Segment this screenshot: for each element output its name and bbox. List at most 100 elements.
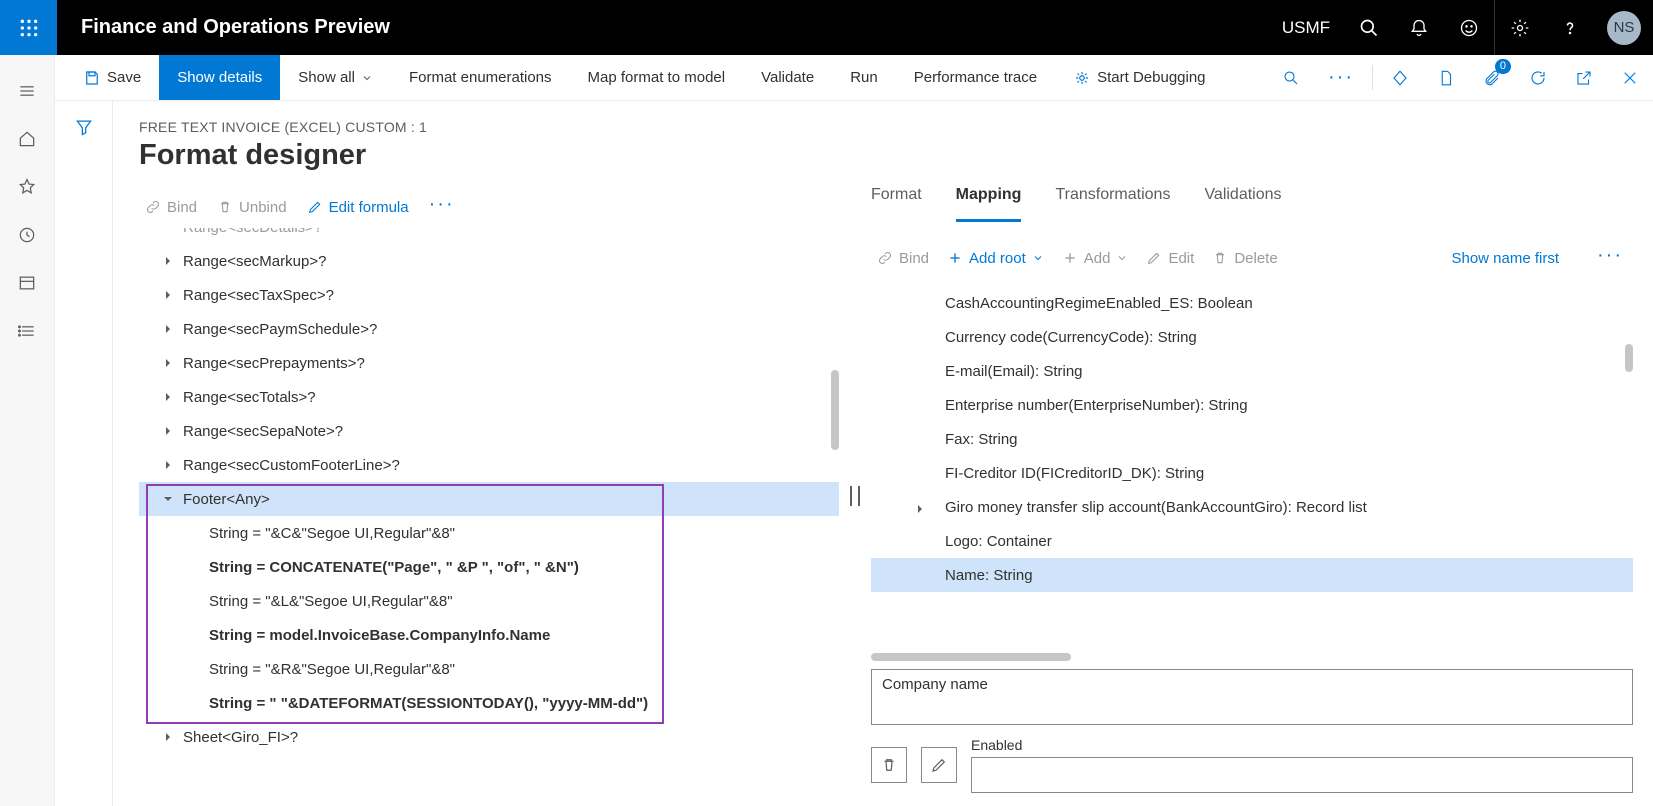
caret-right-icon[interactable] — [161, 390, 175, 404]
tree-item[interactable]: Range<secTotals>? — [139, 380, 839, 414]
left-toolbar-more-button[interactable]: ··· — [429, 193, 455, 222]
toolbar-search-button[interactable] — [1268, 55, 1314, 100]
tab-transformations[interactable]: Transformations — [1055, 186, 1170, 222]
toolbar-page-button[interactable] — [1423, 55, 1469, 100]
mapping-item[interactable]: Name: String — [871, 558, 1633, 592]
toolbar-more-button[interactable]: ··· — [1314, 55, 1368, 100]
h-scrollbar[interactable] — [871, 653, 1071, 661]
company-code[interactable]: USMF — [1282, 18, 1344, 38]
tree-item[interactable]: String = " "&DATEFORMAT(SESSIONTODAY(), … — [139, 686, 839, 720]
save-button[interactable]: Save — [65, 55, 159, 100]
add-button[interactable]: Add — [1062, 250, 1129, 267]
mapping-tree[interactable]: CashAccountingRegimeEnabled_ES: BooleanC… — [871, 282, 1633, 653]
nav-recents-button[interactable] — [0, 211, 55, 259]
search-button[interactable] — [1344, 0, 1394, 55]
tree-item[interactable]: Range<secDetails>? — [139, 228, 839, 244]
caret-right-icon[interactable] — [161, 730, 175, 744]
tree-item[interactable]: Range<secPaymSchedule>? — [139, 312, 839, 346]
scrollbar-thumb[interactable] — [1625, 344, 1633, 372]
mapping-item[interactable]: CashAccountingRegimeEnabled_ES: Boolean — [871, 286, 1633, 320]
pencil-icon — [930, 756, 948, 774]
validate-button[interactable]: Validate — [743, 55, 832, 100]
tree-item[interactable]: Range<secPrepayments>? — [139, 346, 839, 380]
tree-item[interactable]: String = model.InvoiceBase.CompanyInfo.N… — [139, 618, 839, 652]
tree-item[interactable]: String = CONCATENATE("Page", " &P ", "of… — [139, 550, 839, 584]
tab-validations[interactable]: Validations — [1204, 186, 1281, 222]
detail-edit-button[interactable] — [921, 747, 957, 783]
tree-item[interactable]: Range<secTaxSpec>? — [139, 278, 839, 312]
avatar[interactable]: NS — [1607, 11, 1641, 45]
mapping-bind-button[interactable]: Bind — [877, 250, 929, 267]
caret-right-icon[interactable] — [161, 254, 175, 268]
mapping-item[interactable]: Currency code(CurrencyCode): String — [871, 320, 1633, 354]
tree-item[interactable]: String = "&L&"Segoe UI,Regular"&8" — [139, 584, 839, 618]
tree-item[interactable]: Footer<Any> — [139, 482, 839, 516]
toolbar-attachments-button[interactable]: 0 — [1469, 55, 1515, 100]
settings-button[interactable] — [1495, 0, 1545, 55]
help-button[interactable] — [1545, 0, 1595, 55]
add-root-button[interactable]: Add root — [947, 250, 1044, 267]
tree-item[interactable]: Sheet<Giro_FI>? — [139, 720, 839, 754]
show-name-first-link[interactable]: Show name first — [1451, 250, 1559, 267]
toolbar-refresh-button[interactable] — [1515, 55, 1561, 100]
tree-item[interactable]: Range<secCustomFooterLine>? — [139, 448, 839, 482]
mapping-toolbar-more-button[interactable]: ··· — [1597, 244, 1623, 273]
link-icon — [877, 250, 893, 266]
list-icon — [17, 321, 37, 341]
page-icon — [1437, 69, 1455, 87]
mapping-item[interactable]: E-mail(Email): String — [871, 354, 1633, 388]
caret-right-icon[interactable] — [161, 458, 175, 472]
run-button[interactable]: Run — [832, 55, 896, 100]
show-all-button[interactable]: Show all — [280, 55, 391, 100]
mapping-item[interactable]: Enterprise number(EnterpriseNumber): Str… — [871, 388, 1633, 422]
app-launcher-button[interactable] — [0, 0, 57, 55]
caret-down-icon[interactable] — [161, 492, 175, 506]
caret-right-icon[interactable] — [161, 424, 175, 438]
tree-item-label: Sheet<Giro_FI>? — [183, 729, 298, 746]
toolbar-close-button[interactable] — [1607, 55, 1653, 100]
gear-icon — [1510, 18, 1530, 38]
caret-right-icon[interactable] — [161, 288, 175, 302]
enabled-field[interactable] — [971, 757, 1633, 793]
map-format-to-model-button[interactable]: Map format to model — [570, 55, 744, 100]
caret-right-icon[interactable] — [161, 356, 175, 370]
caret-right-icon[interactable] — [915, 501, 927, 513]
nav-favorites-button[interactable] — [0, 163, 55, 211]
unbind-button[interactable]: Unbind — [217, 199, 287, 216]
tab-format[interactable]: Format — [871, 186, 922, 222]
performance-trace-button[interactable]: Performance trace — [896, 55, 1055, 100]
mapping-item[interactable]: Logo: Container — [871, 524, 1633, 558]
mapping-item[interactable]: FI-Creditor ID(FICreditorID_DK): String — [871, 456, 1633, 490]
nav-workspaces-button[interactable] — [0, 259, 55, 307]
save-icon — [83, 69, 101, 87]
start-debugging-label: Start Debugging — [1097, 69, 1205, 86]
show-details-button[interactable]: Show details — [159, 55, 280, 100]
notifications-button[interactable] — [1394, 0, 1444, 55]
detail-delete-button[interactable] — [871, 747, 907, 783]
mapping-item[interactable]: Giro money transfer slip account(BankAcc… — [871, 490, 1633, 524]
start-debugging-button[interactable]: Start Debugging — [1055, 55, 1223, 100]
tree-item[interactable]: String = "&R&"Segoe UI,Regular"&8" — [139, 652, 839, 686]
tree-item-label: Range<secDetails>? — [183, 228, 322, 236]
format-enumerations-button[interactable]: Format enumerations — [391, 55, 570, 100]
splitter[interactable] — [839, 186, 871, 793]
delete-button[interactable]: Delete — [1212, 250, 1277, 267]
toolbar-popout-button[interactable] — [1561, 55, 1607, 100]
edit-formula-button[interactable]: Edit formula — [307, 199, 409, 216]
mapping-item[interactable]: Fax: String — [871, 422, 1633, 456]
tree-item[interactable]: Range<secSepaNote>? — [139, 414, 839, 448]
tab-mapping[interactable]: Mapping — [956, 186, 1022, 222]
format-tree[interactable]: Range<secDetails>?Range<secMarkup>?Range… — [139, 228, 839, 793]
tree-item[interactable]: Range<secMarkup>? — [139, 244, 839, 278]
nav-hamburger-button[interactable] — [0, 67, 55, 115]
feedback-button[interactable] — [1444, 0, 1494, 55]
filter-button[interactable] — [74, 117, 94, 806]
edit-button[interactable]: Edit — [1146, 250, 1194, 267]
pencil-icon — [1146, 250, 1162, 266]
nav-modules-button[interactable] — [0, 307, 55, 355]
toolbar-office-button[interactable] — [1377, 55, 1423, 100]
nav-home-button[interactable] — [0, 115, 55, 163]
tree-item[interactable]: String = "&C&"Segoe UI,Regular"&8" — [139, 516, 839, 550]
caret-right-icon[interactable] — [161, 322, 175, 336]
bind-button[interactable]: Bind — [145, 199, 197, 216]
